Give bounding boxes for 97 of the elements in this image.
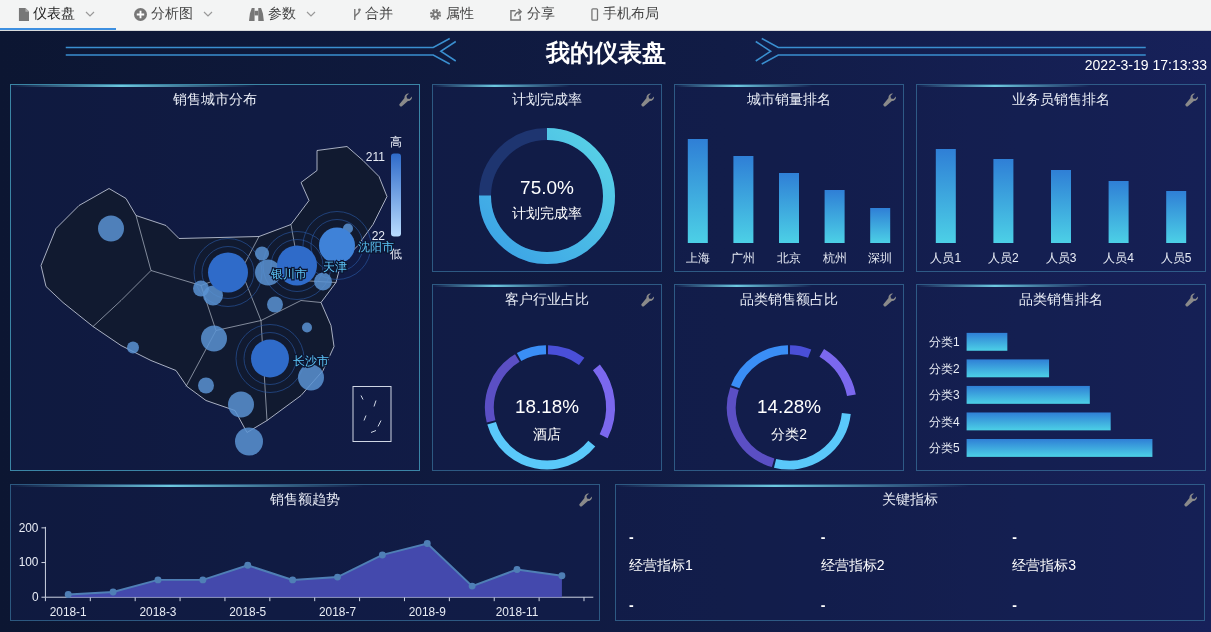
donut-label: 酒店	[533, 426, 561, 443]
panel-title: 销售城市分布	[173, 91, 257, 109]
panel-title: 城市销量排名	[747, 91, 831, 109]
data-point	[154, 576, 162, 584]
panel-title: 客户行业占比	[505, 291, 589, 309]
tick-label: 0	[31, 590, 39, 605]
gauge-value: 75.0%	[520, 177, 574, 198]
binoculars-icon	[249, 7, 264, 21]
plus-circle-icon	[134, 7, 147, 21]
phone-icon	[591, 7, 599, 21]
metric-sub-value: -	[1012, 597, 1018, 615]
data-point	[64, 590, 72, 598]
category-label: 杭州	[822, 251, 847, 265]
donut-label: 分类2	[771, 426, 807, 443]
data-point	[468, 582, 476, 590]
toolbar-tab[interactable]: 属性	[411, 0, 493, 30]
wrench-icon	[579, 493, 593, 507]
panel-title: 销售额趋势	[270, 491, 340, 509]
tick-label: 2018-1	[49, 605, 87, 620]
donut-value: 18.18%	[515, 396, 579, 418]
metric-value: -	[820, 529, 827, 547]
bar	[870, 208, 891, 243]
donut-value: 14.28%	[757, 396, 821, 418]
tick-label: 100	[18, 555, 39, 570]
city-label: 长沙市	[293, 353, 329, 368]
dashboard-title: 我的仪表盘	[544, 38, 667, 68]
tick-label: 2018-5	[229, 605, 267, 620]
branch-icon	[351, 7, 362, 21]
tick-label: 2018-9	[408, 605, 446, 620]
data-point	[334, 573, 341, 581]
category-label: 分类3	[929, 388, 960, 403]
data-point	[558, 572, 566, 580]
legend-value: 22	[371, 228, 385, 243]
category-label: 人员1	[930, 251, 962, 265]
category-label: 广州	[731, 251, 756, 265]
metric-label: 经营指标3	[1012, 557, 1078, 575]
category-label: 深圳	[868, 251, 893, 265]
data-point	[289, 576, 297, 584]
category-label: 分类4	[929, 414, 960, 429]
wrench-icon	[883, 93, 897, 107]
data-point	[109, 588, 117, 596]
gear-icon	[429, 7, 443, 21]
category-label: 北京	[777, 251, 801, 265]
document-icon	[18, 7, 30, 21]
data-point	[244, 561, 252, 569]
category-label: 分类5	[929, 441, 960, 456]
category-label: 上海	[685, 251, 710, 265]
metric-sub-value: -	[629, 597, 635, 615]
panel-title: 品类销售排名	[1019, 291, 1103, 309]
bar	[824, 190, 845, 243]
tick-label: 2018-11	[495, 605, 539, 620]
toolbar-tab[interactable]: 分享	[492, 0, 574, 30]
metric-value: -	[1012, 529, 1018, 547]
category-label: 人员2	[988, 251, 1019, 265]
wrench-icon	[1185, 93, 1199, 107]
metric-sub-value: -	[820, 597, 827, 615]
toolbar-tab[interactable]: 分析图	[116, 0, 231, 30]
bar	[1108, 181, 1129, 243]
wrench-icon	[1185, 293, 1199, 307]
y-axis	[40, 526, 46, 598]
bar	[1166, 191, 1187, 243]
toolbar-tab[interactable]: 参数	[231, 0, 334, 30]
wrench-icon	[399, 93, 413, 107]
category-label: 人员3	[1045, 251, 1077, 265]
data-point	[378, 551, 386, 559]
toolbar-tab[interactable]: 合并	[333, 0, 412, 30]
wrench-icon	[1184, 493, 1198, 507]
metric-label: 经营指标2	[820, 557, 886, 575]
category-label: 分类1	[929, 335, 960, 350]
data-point	[423, 540, 431, 547]
category-label: 人员4	[1103, 251, 1134, 265]
share-icon	[510, 7, 524, 21]
wrench-icon	[883, 293, 897, 307]
bar	[966, 332, 1008, 351]
metric-label: 经营指标1	[629, 557, 694, 575]
bar	[779, 173, 799, 243]
panel-title: 业务员销售排名	[1012, 91, 1110, 109]
wrench-icon	[641, 293, 655, 307]
date-time: 2022-3-19 17:13:33	[1084, 57, 1207, 73]
data-point	[199, 576, 207, 584]
legend-label: 高	[390, 134, 402, 149]
city-label: 天津	[323, 259, 347, 274]
city-label: 银川市	[271, 266, 307, 281]
wrench-icon	[641, 93, 655, 107]
legend-value: 211	[365, 149, 385, 164]
tick-label: 2018-3	[139, 605, 177, 620]
panel-title: 计划完成率	[512, 91, 582, 109]
tick-label: 2018-7	[319, 605, 356, 620]
toolbar-tab[interactable]: 手机布局	[573, 0, 677, 30]
panel-title: 关键指标	[882, 491, 938, 509]
category-label: 分类2	[929, 361, 960, 376]
gauge-label: 计划完成率	[512, 205, 582, 221]
panel-title: 品类销售额占比	[740, 291, 838, 309]
tick-label: 200	[18, 520, 39, 535]
data-point	[513, 566, 521, 573]
category-label: 人员5	[1160, 251, 1192, 265]
metric-value: -	[629, 529, 635, 547]
